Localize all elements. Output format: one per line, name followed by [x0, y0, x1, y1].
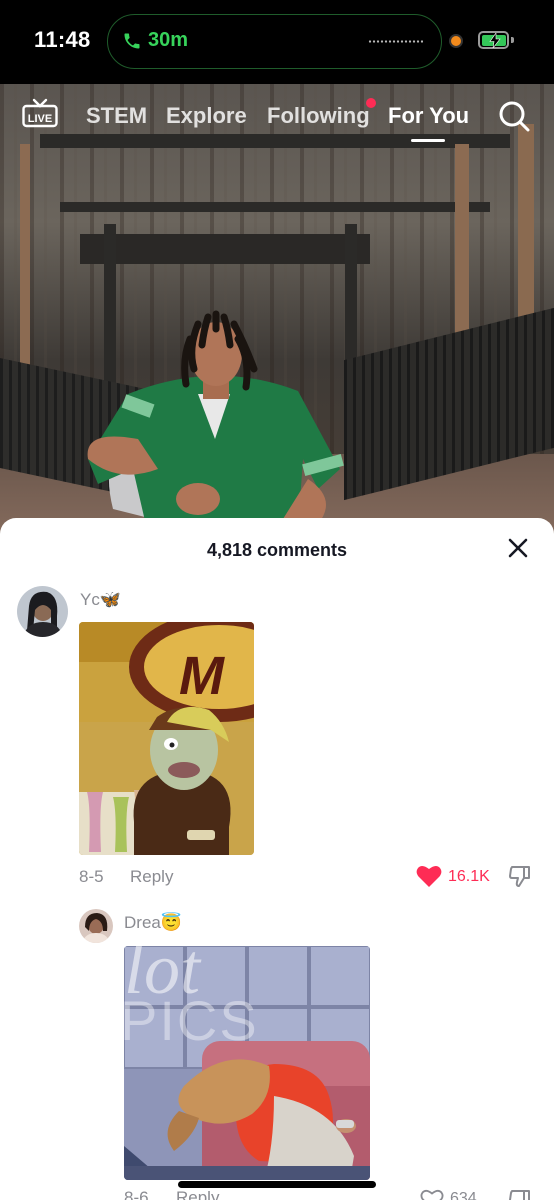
video-player[interactable] — [0, 84, 554, 544]
charging-bolt-icon — [488, 32, 501, 48]
top-navigation: LIVE STEM Explore Following For You — [0, 84, 554, 144]
avatar[interactable] — [79, 909, 113, 943]
avatar[interactable] — [17, 586, 68, 637]
dislike-icon[interactable] — [508, 864, 532, 888]
butterfly-emoji-icon: 🦋 — [99, 590, 122, 609]
comments-sheet: 4,818 comments Yc🦋 M 8-5 Reply 16.1K Dre… — [0, 518, 554, 1200]
search-icon[interactable] — [497, 99, 531, 133]
comments-count-title: 4,818 comments — [206, 540, 348, 560]
tab-following[interactable]: Following — [267, 103, 370, 129]
gif-caption-line2: PICS — [124, 989, 259, 1052]
halo-smile-emoji-icon: 😇 — [160, 913, 183, 932]
like-count: 634 — [450, 1190, 477, 1200]
bridge-post — [20, 144, 30, 384]
status-time: 11:48 — [34, 27, 91, 52]
active-tab-indicator — [411, 139, 445, 142]
comment-username[interactable]: Yc🦋 — [80, 590, 121, 610]
comment-gif[interactable]: M — [79, 622, 254, 855]
following-notification-dot — [366, 98, 376, 108]
comment-gif[interactable]: lot PICS — [124, 946, 370, 1180]
bridge-truss — [60, 202, 490, 212]
reply-button[interactable]: Reply — [176, 1188, 219, 1200]
phone-icon — [124, 33, 140, 48]
battery-nub — [511, 37, 514, 43]
tab-stem[interactable]: STEM — [86, 103, 147, 129]
bridge-truss — [80, 234, 370, 264]
comment-date: 8-5 — [79, 867, 104, 886]
close-icon[interactable] — [504, 534, 532, 562]
status-bar: 11:48 30m — [0, 0, 554, 84]
mic-indicator-dot — [449, 34, 463, 48]
call-indicator[interactable]: 30m — [122, 29, 188, 52]
heart-outline-icon[interactable] — [420, 1188, 444, 1200]
dynamic-island[interactable]: 30m — [107, 14, 442, 69]
call-duration: 30m — [148, 29, 189, 51]
comment-username[interactable]: Drea😇 — [124, 913, 182, 933]
heart-filled-icon[interactable] — [416, 864, 442, 888]
tab-explore[interactable]: Explore — [166, 103, 247, 129]
like-count: 16.1K — [448, 868, 490, 885]
comment-date: 8-6 — [124, 1188, 149, 1200]
audio-waveform — [368, 40, 423, 43]
live-tv-icon[interactable]: LIVE — [22, 98, 58, 128]
tab-for-you[interactable]: For You — [388, 103, 469, 129]
home-indicator[interactable] — [178, 1181, 376, 1188]
svg-text:M: M — [179, 646, 225, 706]
live-label: LIVE — [28, 113, 52, 125]
reply-button[interactable]: Reply — [130, 867, 173, 887]
battery-icon — [478, 31, 509, 49]
person-figure — [87, 310, 344, 534]
dislike-icon[interactable] — [508, 1188, 532, 1200]
